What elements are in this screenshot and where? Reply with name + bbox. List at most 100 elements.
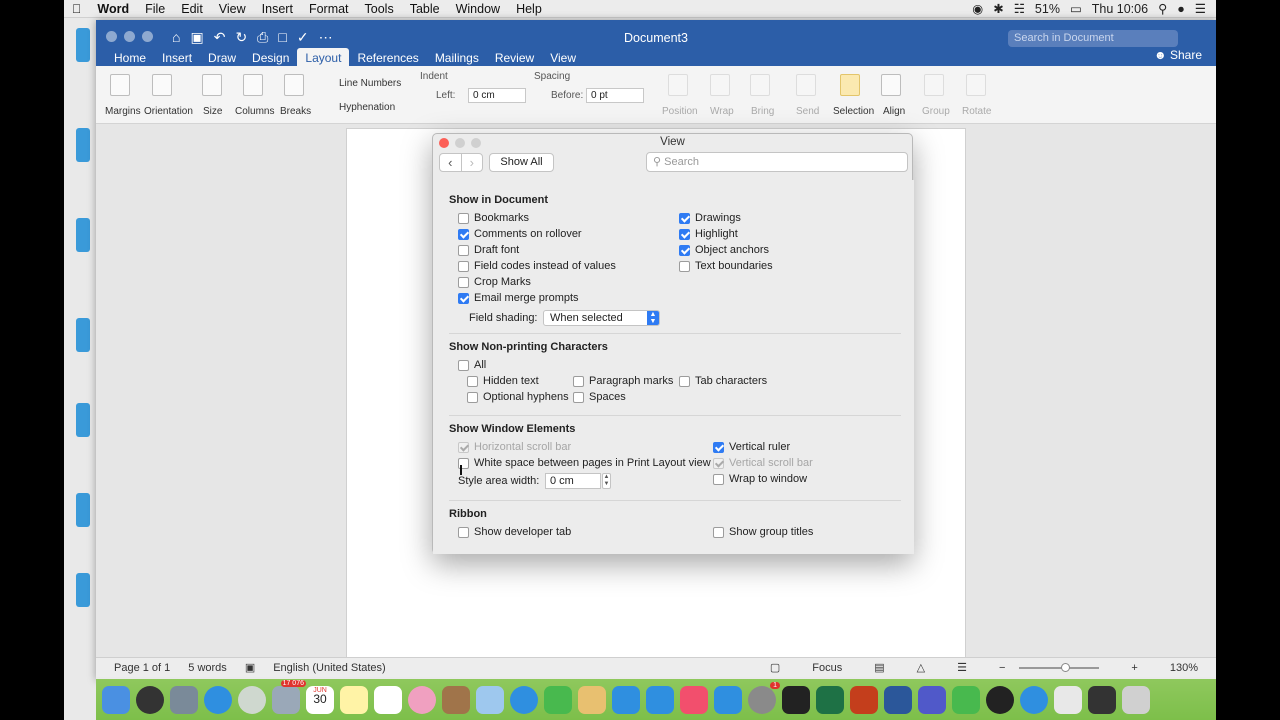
checkbox-box[interactable]	[458, 276, 469, 288]
field-codes-checkbox[interactable]: Field codes instead of values	[458, 260, 616, 272]
tab-insert[interactable]: Insert	[154, 48, 200, 68]
terminal-icon[interactable]	[782, 685, 810, 714]
music-icon[interactable]	[680, 685, 708, 714]
wrap-icon[interactable]	[710, 74, 730, 96]
page-count[interactable]: Page 1 of 1	[114, 662, 170, 674]
menu-window[interactable]: Window	[448, 2, 508, 16]
battery-icon[interactable]: ▭	[1070, 1, 1082, 16]
show-developer-tab-checkbox[interactable]: Show developer tab	[458, 526, 571, 538]
apple-icon[interactable]: 	[64, 2, 89, 16]
desktop-folder-icon[interactable]	[76, 218, 90, 252]
contacts-icon[interactable]	[442, 685, 470, 714]
send-icon[interactable]	[796, 74, 816, 96]
email-merge-prompts-checkbox[interactable]: Email merge prompts	[458, 292, 579, 304]
menu-edit[interactable]: Edit	[173, 2, 211, 16]
text-boundaries-checkbox[interactable]: Text boundaries	[679, 260, 773, 272]
bring-button[interactable]: Bring	[751, 106, 774, 117]
system-preferences-icon[interactable]: 1	[748, 681, 780, 714]
tab-draw[interactable]: Draw	[200, 48, 244, 68]
spacing-before-field[interactable]: 0 pt	[586, 88, 644, 103]
menu-app-name[interactable]: Word	[89, 2, 137, 16]
margins-icon[interactable]	[110, 74, 130, 96]
language-status[interactable]: English (United States)	[273, 662, 386, 674]
checkbox-box[interactable]	[458, 292, 469, 304]
orientation-icon[interactable]	[152, 74, 172, 96]
paragraph-marks-checkbox[interactable]: Paragraph marks	[573, 375, 673, 387]
desktop-folder-icon[interactable]	[76, 28, 90, 62]
trash-icon[interactable]	[1122, 685, 1150, 714]
menu-view[interactable]: View	[211, 2, 254, 16]
mail-icon[interactable]: 17 076	[272, 679, 306, 714]
share-button[interactable]: ☻ Share	[1154, 48, 1202, 62]
hidden-text-checkbox[interactable]: Hidden text	[467, 375, 539, 387]
send-button[interactable]: Send	[796, 106, 819, 117]
app-store-icon[interactable]	[714, 685, 742, 714]
columns-icon[interactable]	[243, 74, 263, 96]
back-chevron-icon[interactable]: ‹	[440, 154, 462, 171]
menu-format[interactable]: Format	[301, 2, 357, 16]
checkbox-box[interactable]	[467, 391, 478, 403]
control-center-icon[interactable]: ☰	[1195, 1, 1206, 16]
numbers-icon[interactable]	[612, 685, 640, 714]
proofing-icon[interactable]: ▣	[245, 661, 255, 674]
calendar-icon[interactable]: JUN 30	[306, 685, 334, 714]
align-button[interactable]: Align	[883, 106, 905, 117]
powerpoint-icon[interactable]	[850, 685, 878, 714]
checkbox-box[interactable]	[458, 359, 469, 371]
show-group-titles-checkbox[interactable]: Show group titles	[713, 526, 813, 538]
messages-icon[interactable]	[510, 685, 538, 714]
notes-icon[interactable]	[340, 685, 368, 714]
wrap-button[interactable]: Wrap	[710, 106, 734, 117]
checkbox-box[interactable]	[458, 526, 469, 538]
excel-icon[interactable]	[816, 685, 844, 714]
size-button[interactable]: Size	[203, 106, 222, 117]
style-area-stepper[interactable]: ▲ ▼	[602, 473, 611, 489]
field-shading-select[interactable]: When selected ▲ ▼	[543, 310, 660, 326]
group-button[interactable]: Group	[922, 106, 950, 117]
checkbox-box[interactable]	[679, 260, 690, 272]
vertical-ruler-checkbox[interactable]: Vertical ruler	[713, 441, 790, 453]
indent-left-field[interactable]: 0 cm	[468, 88, 526, 103]
orientation-button[interactable]: Orientation	[144, 106, 193, 117]
web-layout-icon[interactable]: △	[917, 661, 925, 674]
battery-percent[interactable]: 51%	[1035, 2, 1060, 16]
columns-button[interactable]: Columns	[235, 106, 274, 117]
search-document-input[interactable]: Search in Document	[1008, 30, 1178, 47]
white-space-checkbox[interactable]: White space between pages in Print Layou…	[458, 457, 711, 469]
checkbox-box[interactable]	[458, 228, 469, 240]
spaces-checkbox[interactable]: Spaces	[573, 391, 626, 403]
menu-help[interactable]: Help	[508, 2, 550, 16]
zoom-slider-thumb[interactable]	[1061, 662, 1071, 672]
rotate-icon[interactable]	[966, 74, 986, 96]
checkbox-box[interactable]	[573, 375, 584, 387]
desktop-folder-icon[interactable]	[76, 128, 90, 162]
word-count[interactable]: 5 words	[188, 662, 227, 674]
record-icon[interactable]: ◉	[972, 1, 983, 16]
desktop-folder-icon[interactable]	[76, 573, 90, 607]
spotlight-icon[interactable]: ⚲	[1158, 1, 1167, 16]
checkbox-box[interactable]	[713, 526, 724, 538]
zoom-slider[interactable]	[1019, 662, 1100, 672]
optional-hyphens-checkbox[interactable]: Optional hyphens	[467, 391, 569, 403]
object-anchors-checkbox[interactable]: Object anchors	[679, 244, 769, 256]
selection-button[interactable]: Selection	[833, 106, 874, 117]
show-all-button[interactable]: Show All	[489, 153, 554, 172]
zoom-level[interactable]: 130%	[1170, 662, 1198, 674]
bring-icon[interactable]	[750, 74, 770, 96]
tab-mailings[interactable]: Mailings	[427, 48, 487, 68]
position-button[interactable]: Position	[662, 106, 698, 117]
downloads-stack-icon[interactable]	[1088, 685, 1116, 714]
teams-icon[interactable]	[918, 685, 946, 714]
crop-marks-checkbox[interactable]: Crop Marks	[458, 276, 531, 288]
bluetooth-icon[interactable]: ✱	[993, 1, 1003, 16]
hyphenation-button[interactable]: Hyphenation	[339, 102, 395, 113]
keynote-icon[interactable]	[646, 685, 674, 714]
checkbox-box[interactable]	[467, 375, 478, 387]
screen-recorder-icon[interactable]	[986, 685, 1014, 714]
desktop-folder-icon[interactable]	[76, 403, 90, 437]
comments-on-rollover-checkbox[interactable]: Comments on rollover	[458, 228, 582, 240]
battery-app-icon[interactable]	[952, 685, 980, 714]
drawings-checkbox[interactable]: Drawings	[679, 212, 741, 224]
draft-font-checkbox[interactable]: Draft font	[458, 244, 519, 256]
checkbox-box[interactable]	[458, 212, 469, 224]
